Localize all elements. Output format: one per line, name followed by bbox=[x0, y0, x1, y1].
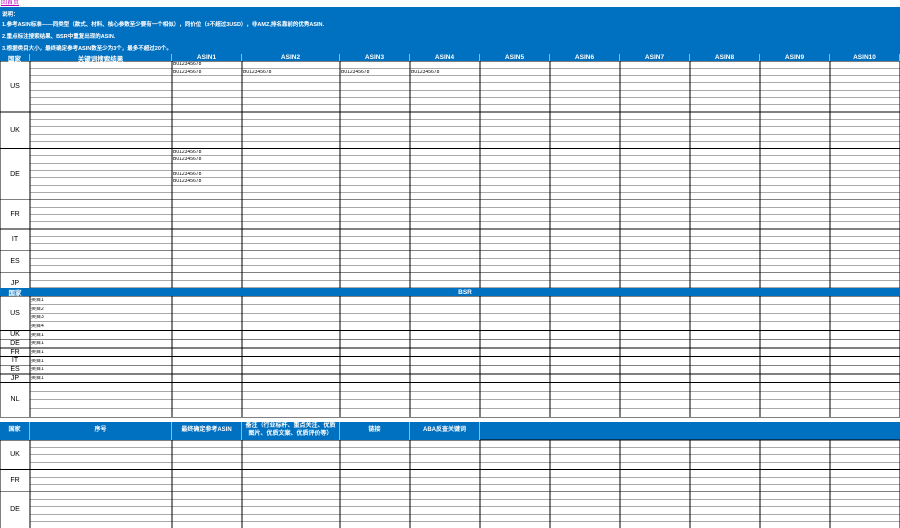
back-to-home-link[interactable]: 回首页 bbox=[1, 0, 19, 7]
section1-header-2: ASIN1 bbox=[172, 54, 242, 61]
section1-header-7: ASIN6 bbox=[550, 54, 620, 61]
section3-country-fr: FR bbox=[10, 477, 20, 485]
asin-cell: B012345678 bbox=[411, 69, 440, 75]
section2-header-country: 国家 bbox=[0, 288, 30, 297]
section2-country-jp: JP bbox=[10, 374, 20, 382]
instruction-line-2: 2.重点标注搜索结果、BSR中重复出现的ASIN. bbox=[2, 34, 116, 40]
section1-country-us: US bbox=[10, 83, 20, 91]
asin-cell: B012345678 bbox=[173, 179, 202, 185]
section1-header-11: ASIN10 bbox=[830, 54, 900, 61]
section2-country-it: IT bbox=[11, 357, 19, 365]
section2-country-fr: FR bbox=[10, 348, 20, 356]
asin-cell: B012345678 bbox=[243, 69, 272, 75]
section3-header-5: ABA反查关键词 bbox=[410, 422, 480, 440]
section1-country-uk: UK bbox=[10, 126, 20, 134]
section3-country-uk: UK bbox=[10, 451, 20, 459]
bsr-category-cell: 类目1 bbox=[31, 375, 44, 381]
section1-header-5: ASIN4 bbox=[410, 54, 480, 61]
section2-country-de: DE bbox=[10, 340, 20, 348]
asin-cell: B012345678 bbox=[173, 171, 202, 177]
section2-country-es: ES bbox=[10, 366, 20, 374]
section3-header-2: 最终确定参考ASIN bbox=[172, 422, 242, 440]
section1-header-0: 国家 bbox=[0, 54, 30, 63]
instructions-title: 说明： bbox=[2, 12, 19, 18]
asin-cell: B012345678 bbox=[341, 69, 370, 75]
spreadsheet-grid: 国家 关键词搜索结果 ASIN1 ASIN2 ASIN3 ASIN4 ASIN5 ASIN6 A… bbox=[0, 54, 900, 528]
section1-header-8: ASIN7 bbox=[620, 54, 690, 61]
bsr-category-cell: 类目1 bbox=[31, 298, 44, 303]
section1-country-es: ES bbox=[10, 258, 20, 266]
asin-cell: B012345678 bbox=[173, 69, 202, 75]
asin-cell: B012345678 bbox=[173, 62, 202, 68]
section3-header-4: 链接 bbox=[340, 422, 410, 440]
section3-header-0: 国家 bbox=[0, 422, 30, 440]
section1-country-it: IT bbox=[11, 236, 19, 244]
section2-country-uk: UK bbox=[10, 331, 20, 339]
section1-country-de: DE bbox=[10, 170, 20, 178]
section3-header-1: 序号 bbox=[30, 422, 172, 440]
instruction-line-3: 3.根据类目大小，最终确定参考ASIN数至少为3个，最多不超过20个。 bbox=[2, 46, 172, 52]
section3-header-3: 备注（行业标杆、重点关注、优质图片、优质文案、优质评价等） bbox=[242, 422, 340, 440]
bsr-category-cell: 类目1 bbox=[31, 332, 44, 338]
section3-country-de: DE bbox=[10, 506, 20, 514]
section1-country-fr: FR bbox=[10, 210, 20, 218]
asin-cell: B012345678 bbox=[173, 149, 202, 155]
section1-header-6: ASIN5 bbox=[480, 54, 550, 61]
bsr-category-cell: 类目3 bbox=[31, 315, 44, 321]
section2-country-us: US bbox=[10, 309, 20, 317]
bsr-category-cell: 类目4 bbox=[31, 323, 44, 329]
bsr-category-cell: 类目1 bbox=[31, 358, 44, 364]
section1-header-9: ASIN8 bbox=[690, 54, 760, 61]
instruction-line-1: 1.参考ASIN标准——同类型（款式、材料、核心参数至少要有一个相似），同价位（… bbox=[2, 22, 325, 28]
section2-country-nl: NL bbox=[10, 396, 20, 404]
section1-header-3: ASIN2 bbox=[242, 54, 340, 61]
section1-header-10: ASIN9 bbox=[760, 54, 830, 61]
asin-cell: B012345678 bbox=[173, 157, 202, 163]
bsr-category-cell: 类目1 bbox=[31, 341, 44, 347]
bsr-category-cell: 类目1 bbox=[31, 349, 44, 355]
bsr-category-cell: 类目1 bbox=[31, 367, 44, 373]
section1-header-4: ASIN3 bbox=[340, 54, 410, 61]
instructions-panel: 说明： 1.参考ASIN标准——同类型（款式、材料、核心参数至少要有一个相似），… bbox=[0, 7, 900, 54]
section1-header-1: 关键词搜索结果 bbox=[30, 54, 172, 63]
bsr-category-cell: 类目2 bbox=[31, 306, 44, 312]
section2-header-bsr: BSR bbox=[30, 288, 900, 296]
